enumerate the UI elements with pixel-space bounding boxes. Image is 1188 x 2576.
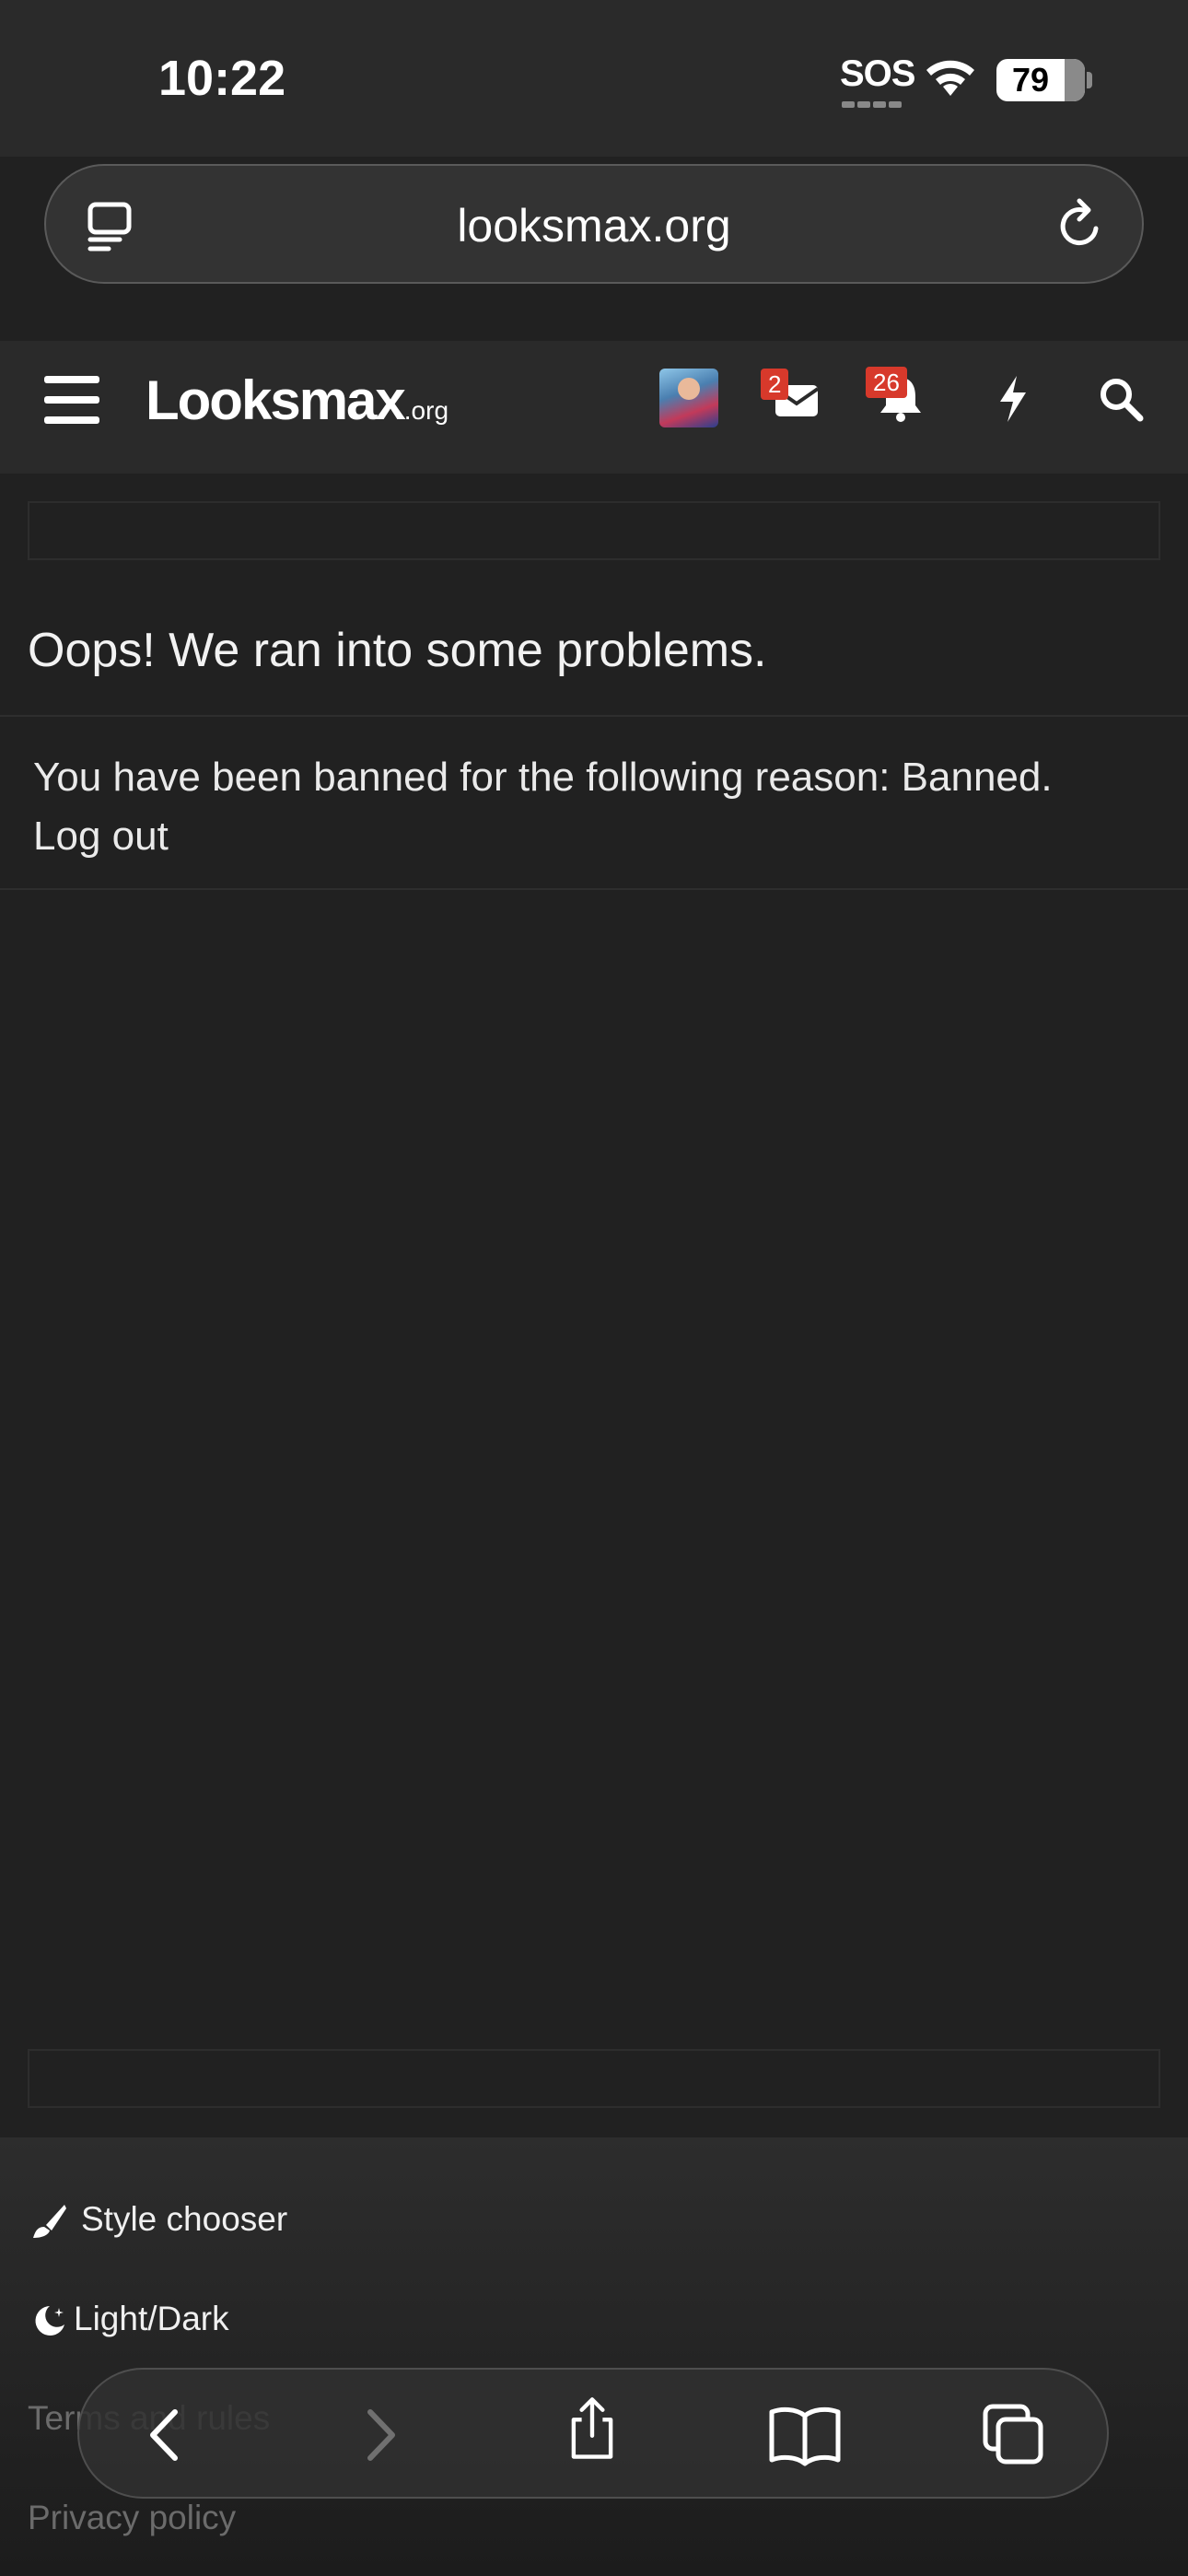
bookmarks-icon[interactable] [768,2403,842,2467]
address-bar[interactable]: looksmax.org [44,164,1144,284]
user-avatar[interactable] [659,369,718,427]
divider [0,715,1188,717]
style-chooser-link[interactable]: Style chooser [31,2200,287,2240]
status-time: 10:22 [158,51,286,106]
status-bar: 10:22 SOS 79 [0,0,1188,157]
url-text[interactable]: looksmax.org [46,199,1142,252]
tabs-icon[interactable] [982,2403,1046,2467]
search-icon[interactable] [1098,376,1144,422]
hamburger-menu-icon[interactable] [44,376,99,424]
site-header: Looksmax.org 2 26 [0,341,1188,474]
privacy-link[interactable]: Privacy policy [28,2499,236,2537]
alerts-badge: 26 [866,367,907,398]
logo-text: Looksmax [146,369,406,431]
share-icon[interactable] [560,2395,624,2460]
conversations-badge: 2 [761,369,789,400]
ban-message: You have been banned for the following r… [33,755,1053,800]
sos-indicator: SOS [840,53,915,94]
signal-dots-icon [842,96,906,108]
browser-toolbar [77,2368,1109,2499]
bolt-icon[interactable] [996,374,1030,424]
paintbrush-icon [33,2205,66,2239]
wifi-icon [926,60,974,96]
forward-icon[interactable] [346,2403,411,2467]
reload-icon[interactable] [1055,197,1107,252]
site-logo[interactable]: Looksmax.org [146,369,448,432]
ban-message-block: You have been banned for the following r… [33,748,1053,866]
style-chooser-label: Style chooser [81,2200,288,2238]
page-title: Oops! We ran into some problems. [28,624,767,677]
divider [0,888,1188,890]
bottom-notice-area [28,2049,1160,2108]
logout-link[interactable]: Log out [33,814,169,859]
battery-level: 79 [1011,61,1050,99]
logo-suffix: .org [403,396,449,425]
site-footer: Style chooser Light/Dark Terms and rules… [0,2137,1188,2576]
top-notice-area [28,501,1160,560]
light-dark-label: Light/Dark [74,2300,229,2337]
battery-icon: 79 [996,59,1085,101]
back-icon[interactable] [134,2403,199,2467]
moon-icon [35,2306,64,2336]
light-dark-toggle[interactable]: Light/Dark [31,2300,229,2339]
